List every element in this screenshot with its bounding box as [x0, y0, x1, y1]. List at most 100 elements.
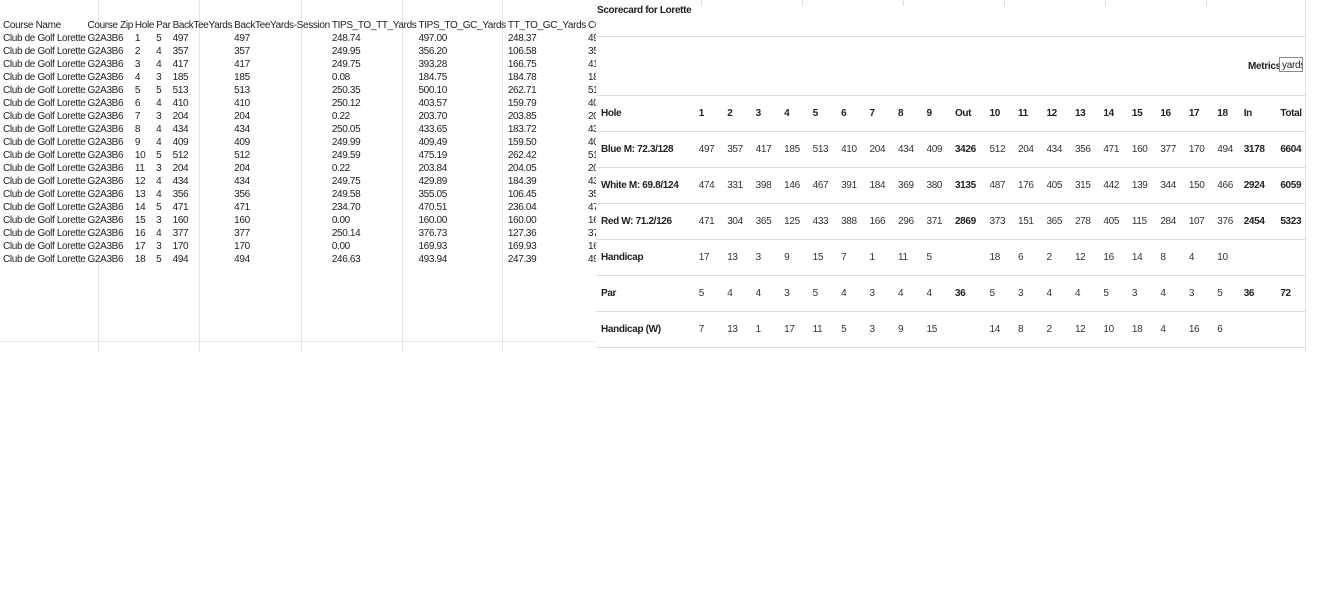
table-cell: 4 [156, 189, 162, 200]
table-cell: G2A3B6 [87, 215, 124, 226]
score-cell: 13 [727, 324, 738, 335]
hole-number: 5 [812, 108, 819, 119]
table-cell: 3 [156, 111, 162, 122]
table-cell: 160.00 [418, 215, 447, 226]
score-cell: 9 [784, 252, 790, 263]
total-cell [1244, 312, 1281, 348]
total-cell [1280, 312, 1305, 348]
table-cell: 409.49 [418, 137, 447, 148]
score-cell: 512 [989, 144, 1006, 155]
panel-edge [1305, 0, 1306, 352]
score-cell: 369 [898, 180, 914, 191]
table-cell: 3 [156, 72, 162, 83]
table-cell: 11 [134, 163, 145, 174]
hole-number: 16 [1160, 108, 1171, 119]
table-cell: 203.85 [507, 111, 537, 122]
total-cell: 6059 [1280, 180, 1302, 191]
table-cell: Club de Golf Lorette [3, 150, 86, 161]
total-cell: 3426 [954, 144, 976, 155]
score-cell: 5 [926, 252, 932, 263]
total-cell: 3178 [1243, 144, 1265, 155]
table-cell: Club de Golf Lorette [3, 215, 86, 226]
table-cell: 417 [172, 59, 189, 70]
score-cell: 160 [1131, 144, 1148, 155]
table-cell: G2A3B6 [87, 59, 124, 70]
metrics-select[interactable]: yards [1279, 57, 1303, 72]
score-cell: 497 [698, 144, 715, 155]
table-cell: 4 [156, 124, 162, 135]
table-cell: 494 [234, 254, 250, 265]
table-cell: 356 [234, 189, 250, 200]
score-cell: 115 [1131, 216, 1147, 227]
table-cell: 0.22 [331, 111, 350, 122]
table-cell: Club de Golf Lorette [3, 98, 86, 109]
grid-tick [701, 0, 702, 6]
table-cell: G2A3B6 [87, 124, 124, 135]
table-cell: 184.75 [418, 72, 447, 83]
table-cell: 7 [134, 111, 141, 122]
table-cell: 475.19 [418, 150, 447, 161]
score-cell: 150 [1188, 180, 1205, 191]
table-cell: 106.45 [507, 189, 537, 200]
table-cell: 355.05 [418, 189, 447, 200]
row-label: White M: 69.8/124 [601, 180, 679, 191]
table-cell: 434 [234, 124, 250, 135]
table-cell: 497 [172, 33, 189, 44]
score-cell: 4 [727, 288, 733, 299]
score-cell: 1 [755, 324, 762, 335]
column-header: BackTeeYards-Session [234, 20, 330, 31]
table-cell: 471 [172, 202, 189, 213]
scorecard-row: Red W: 71.2/126 471 304 365 125 433 388 166 296 3… [596, 204, 1305, 240]
score-cell: 4 [1074, 288, 1081, 299]
table-cell: 512 [234, 150, 250, 161]
table-cell: 204 [172, 163, 189, 174]
score-cell: 442 [1103, 180, 1120, 191]
table-cell: 403.57 [418, 98, 447, 109]
table-cell: 356.20 [418, 46, 447, 57]
table-cell: 9 [134, 137, 141, 148]
table-cell: 0.00 [331, 241, 350, 252]
table-cell: 13 [134, 189, 146, 200]
table-cell: 250.05 [331, 124, 361, 135]
score-cell: 17 [698, 252, 710, 263]
table-cell: 2 [134, 46, 141, 57]
table-cell: 4 [156, 137, 162, 148]
table-cell: 249.59 [331, 150, 361, 161]
score-cell: 513 [812, 144, 829, 155]
score-cell: 166 [869, 216, 886, 227]
score-cell: 176 [1018, 180, 1034, 191]
total-cell [1280, 240, 1305, 276]
score-cell: 9 [898, 324, 904, 335]
table-cell: 159.79 [507, 98, 537, 109]
hole-number: 7 [869, 108, 876, 119]
column-header: Par [156, 20, 171, 31]
table-cell: 5 [134, 85, 141, 96]
hole-number: 14 [1103, 108, 1114, 119]
table-cell: 204 [234, 111, 250, 122]
row-label: Blue M: 72.3/128 [601, 144, 674, 155]
table-cell: 185 [172, 72, 189, 83]
grid-tick [903, 0, 904, 6]
score-cell: 1 [869, 252, 876, 263]
score-cell: 151 [1018, 216, 1034, 227]
score-cell: 356 [1074, 144, 1091, 155]
table-cell: 248.37 [507, 33, 537, 44]
table-cell: G2A3B6 [87, 189, 124, 200]
total-cell: 2924 [1243, 180, 1265, 191]
title-divider [596, 36, 1305, 37]
table-cell: 356 [172, 189, 189, 200]
table-cell: 3 [156, 215, 162, 226]
score-cell: 365 [755, 216, 772, 227]
table-cell: 159.50 [507, 137, 537, 148]
score-cell: 5 [1217, 288, 1223, 299]
table-cell: 470.51 [418, 202, 447, 213]
table-cell: 497 [234, 33, 250, 44]
score-cell: 4 [755, 288, 762, 299]
score-cell: 315 [1074, 180, 1091, 191]
metrics-select-value: yards [1282, 60, 1303, 71]
score-cell: 11 [898, 252, 908, 263]
table-cell: Club de Golf Lorette [3, 228, 86, 239]
score-cell: 409 [926, 144, 943, 155]
score-cell: 5 [812, 288, 819, 299]
table-cell: G2A3B6 [87, 163, 124, 174]
